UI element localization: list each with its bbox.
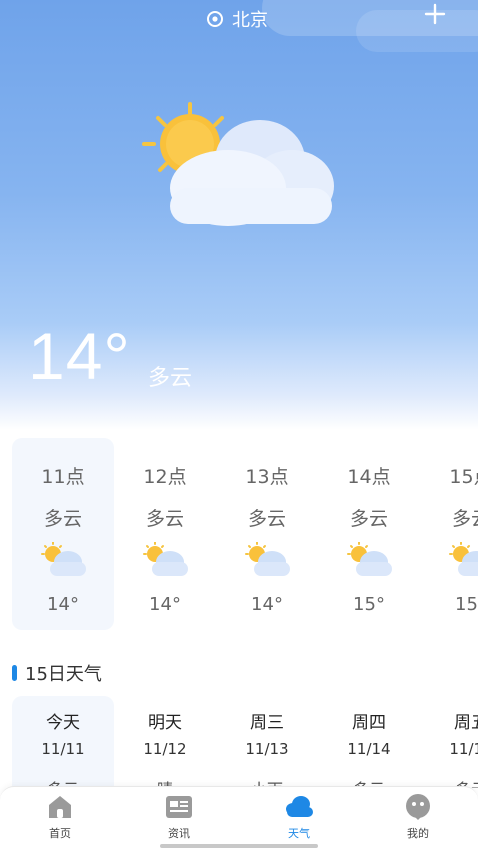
location-pin-icon xyxy=(206,10,224,28)
profile-icon xyxy=(403,793,433,821)
day-name: 今天 xyxy=(46,713,80,733)
hourly-forecast[interactable]: 11点 多云 14° 12点 多云 14° 13点 多云 14° 14点 多云 … xyxy=(12,438,478,630)
hour-temperature: 15° xyxy=(455,594,478,615)
tab-home[interactable]: 首页 xyxy=(20,793,100,845)
forecast-title: 15日天气 xyxy=(25,664,102,685)
day-name: 周四 xyxy=(352,713,386,733)
cloud-icon xyxy=(284,793,314,821)
hour-card[interactable]: 15点 多云 15° xyxy=(420,438,478,630)
location-selector[interactable]: 北京 xyxy=(206,6,268,32)
hour-condition: 多云 xyxy=(43,508,82,530)
partly-cloudy-icon xyxy=(244,541,292,578)
daily-forecast[interactable]: 今天 11/11 多云 明天 11/12 晴 周三 11/13 小雨 周四 11… xyxy=(12,696,478,788)
day-date: 11/12 xyxy=(143,740,187,758)
hour-time: 15点 xyxy=(449,466,478,488)
day-name: 明天 xyxy=(148,713,182,733)
tab-label: 天气 xyxy=(288,827,310,840)
tab-news[interactable]: 资讯 xyxy=(139,793,219,845)
partly-cloudy-icon xyxy=(346,541,394,578)
day-card[interactable]: 明天 11/12 晴 xyxy=(114,696,216,788)
section-accent-bar xyxy=(12,665,17,681)
tab-label: 首页 xyxy=(49,827,71,840)
day-name: 周五 xyxy=(454,713,478,733)
hour-card[interactable]: 14点 多云 15° xyxy=(318,438,420,630)
day-card[interactable]: 今天 11/11 多云 xyxy=(12,696,114,788)
tab-label: 资讯 xyxy=(168,827,190,840)
day-date: 11/14 xyxy=(347,740,391,758)
partly-cloudy-icon xyxy=(448,541,478,578)
top-bar: 北京 xyxy=(0,0,478,36)
tab-profile[interactable]: 我的 xyxy=(378,793,458,845)
hour-condition: 多云 xyxy=(247,508,286,530)
hour-temperature: 14° xyxy=(149,594,181,615)
current-condition: 多云 xyxy=(148,366,193,391)
hour-card[interactable]: 12点 多云 14° xyxy=(114,438,216,630)
day-card[interactable]: 周四 11/14 多云 xyxy=(318,696,420,788)
hour-time: 14点 xyxy=(347,466,391,488)
hour-card[interactable]: 13点 多云 14° xyxy=(216,438,318,630)
news-icon xyxy=(164,793,194,821)
hour-temperature: 14° xyxy=(251,594,283,615)
day-date: 11/13 xyxy=(245,740,289,758)
hour-time: 13点 xyxy=(245,466,289,488)
tab-weather[interactable]: 天气 xyxy=(259,793,339,845)
hour-time: 12点 xyxy=(143,466,187,488)
hour-time: 11点 xyxy=(41,466,85,488)
day-card[interactable]: 周三 11/13 小雨 xyxy=(216,696,318,788)
weather-hero: 北京 14° 多云 xyxy=(0,0,478,430)
home-indicator xyxy=(160,844,318,848)
hour-temperature: 14° xyxy=(47,594,79,615)
hour-condition: 多云 xyxy=(349,508,388,530)
home-icon xyxy=(45,793,75,821)
plus-icon[interactable] xyxy=(424,2,446,30)
hour-condition: 多云 xyxy=(451,508,478,530)
hour-condition: 多云 xyxy=(145,508,184,530)
day-name: 周三 xyxy=(250,713,284,733)
day-date: 11/11 xyxy=(41,740,85,758)
day-card[interactable]: 周五 11/15 多云 xyxy=(420,696,478,788)
partly-cloudy-icon xyxy=(140,100,340,230)
bottom-tab-bar: 首页 资讯 天气 我的 xyxy=(0,786,478,850)
partly-cloudy-icon xyxy=(40,541,88,578)
current-temperature: 14° xyxy=(28,319,131,393)
hour-temperature: 15° xyxy=(353,594,385,615)
hour-card[interactable]: 11点 多云 14° xyxy=(12,438,114,630)
day-date: 11/15 xyxy=(449,740,478,758)
location-name: 北京 xyxy=(232,10,268,31)
forecast-section-title: 15日天气 xyxy=(12,660,102,686)
partly-cloudy-icon xyxy=(142,541,190,578)
tab-label: 我的 xyxy=(407,827,429,840)
